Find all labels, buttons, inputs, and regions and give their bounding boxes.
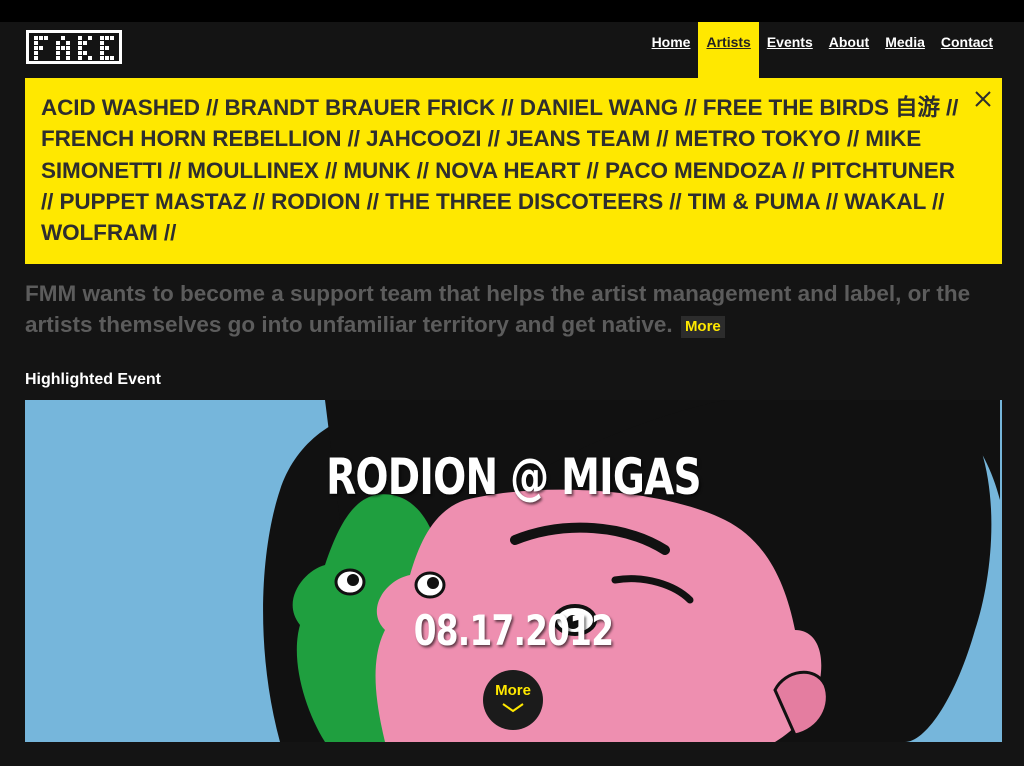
nav-about[interactable]: About [821, 22, 877, 78]
logo-dot [78, 46, 82, 50]
logo-dot [56, 56, 60, 60]
intro-text: FMM wants to become a support team that … [25, 281, 971, 337]
logo-dot [100, 51, 104, 55]
event-more-label: More [495, 682, 531, 699]
close-icon[interactable] [974, 90, 992, 108]
highlighted-event-banner[interactable]: RODION @ MIGAS 08.17.2012 More [25, 400, 1002, 742]
logo-dot-matrix-icon [26, 30, 122, 64]
page: Home Artists Events About Media Contact … [0, 22, 1024, 766]
logo-dot [56, 51, 60, 55]
intro-text-block: FMM wants to become a support team that … [25, 278, 985, 340]
logo-dot [100, 36, 104, 40]
nav-contact[interactable]: Contact [933, 22, 993, 78]
logo-dot [83, 51, 87, 55]
nav-home[interactable]: Home [644, 22, 699, 78]
logo-dot [100, 56, 104, 60]
logo-dot [110, 36, 114, 40]
artists-panel: ACID WASHED // BRANDT BRAUER FRICK // DA… [25, 78, 1002, 264]
logo-dot [78, 51, 82, 55]
logo-dot [83, 41, 87, 45]
event-date: 08.17.2012 [413, 606, 614, 655]
nav-artists[interactable]: Artists [698, 22, 759, 78]
logo-dot [34, 56, 38, 60]
event-title: RODION @ MIGAS [326, 448, 701, 506]
logo-dot [56, 46, 60, 50]
logo-dot [34, 41, 38, 45]
logo-dot [100, 46, 104, 50]
logo-dot [39, 46, 43, 50]
logo-dot [105, 46, 109, 50]
logo-dot [78, 36, 82, 40]
logo-dot [105, 56, 109, 60]
logo-dot [39, 36, 43, 40]
logo-dot [78, 56, 82, 60]
logo-dot [44, 36, 48, 40]
main-nav: Home Artists Events About Media Contact [644, 22, 993, 78]
artists-list[interactable]: ACID WASHED // BRANDT BRAUER FRICK // DA… [41, 92, 962, 248]
intro-more-button[interactable]: More [680, 316, 725, 338]
chevron-down-icon [502, 703, 524, 713]
logo-dot [34, 36, 38, 40]
nav-media[interactable]: Media [877, 22, 933, 78]
logo-dot [110, 56, 114, 60]
logo-dot [88, 36, 92, 40]
logo-dot [100, 41, 104, 45]
logo-dot [105, 36, 109, 40]
highlighted-event-heading: Highlighted Event [25, 371, 161, 388]
logo-dot [61, 46, 65, 50]
nav-events[interactable]: Events [759, 22, 821, 78]
logo-dot [61, 36, 65, 40]
logo-dot [66, 51, 70, 55]
logo-dot [66, 56, 70, 60]
event-more-button[interactable]: More [483, 670, 543, 730]
logo-dot [56, 41, 60, 45]
logo-dot [34, 51, 38, 55]
logo-dot [78, 41, 82, 45]
logo-dot [66, 41, 70, 45]
fake-logo[interactable] [26, 30, 122, 64]
logo-dot [88, 56, 92, 60]
logo-dot [66, 46, 70, 50]
logo-dot [34, 46, 38, 50]
